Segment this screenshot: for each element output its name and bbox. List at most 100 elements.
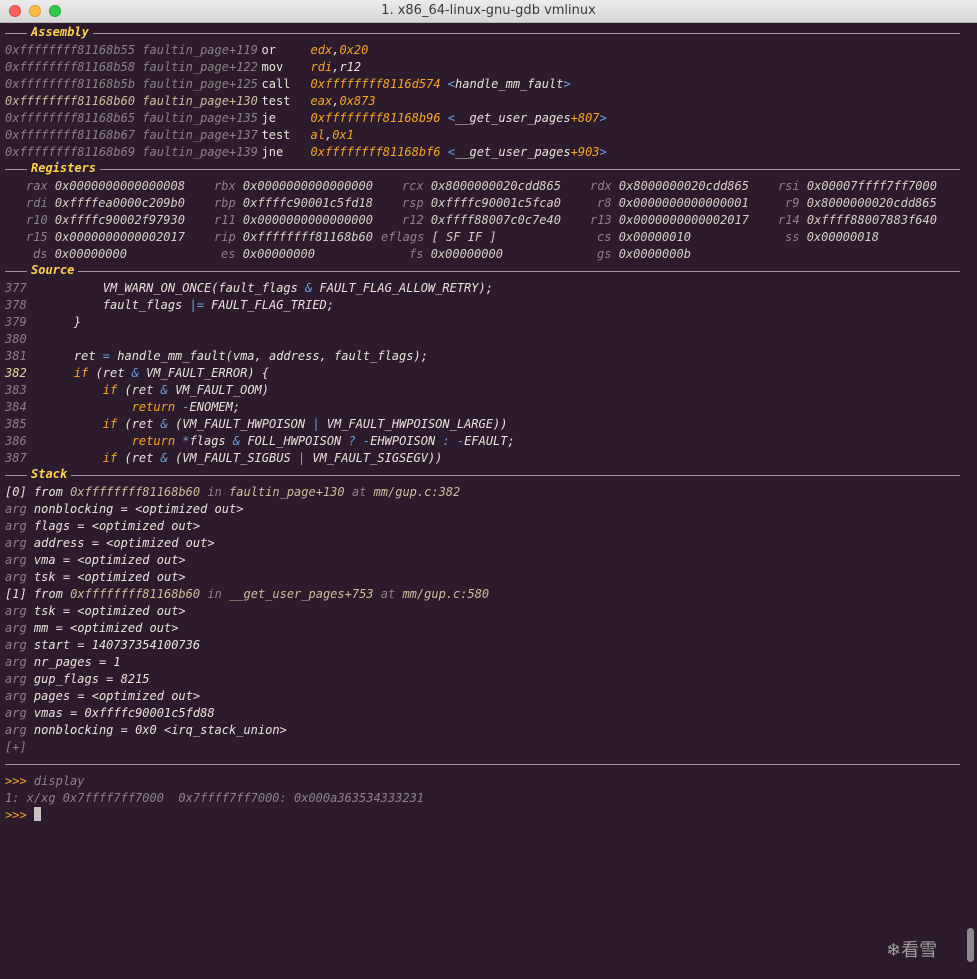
instruction-address: 0xffffffff81168b5b [5,77,136,91]
register-name: cs [597,230,612,244]
branch-target-name: __get_user_pages [455,145,571,159]
register-r11: r11 0x0000000000000000 [214,212,373,229]
register-row: rax 0x0000000000000008 rbx 0x000000000000… [5,178,960,195]
register-value: 0xffffc90002f97930 [54,213,185,227]
arg-keyword: arg [5,519,27,533]
stack-panel: [0] from 0xffffffff81168b60 in faultin_p… [5,484,960,756]
frame-location: mm/gup.c:382 [373,485,461,499]
register-rbx: rbx 0x0000000000000000 [214,178,373,195]
scrollbar-thumb[interactable] [967,928,974,962]
text-cursor [33,807,41,821]
register-value: 0x0000000000000000 [242,213,373,227]
register-value: 0x8000000020cdd865 [430,179,561,193]
branch-target: <__get_user_pages+807> [447,111,607,125]
instruction-mnemonic: or [261,43,276,57]
instruction-mnemonic: mov [261,60,284,74]
register-value: 0x0000000000000001 [618,196,749,210]
arg-keyword: arg [5,723,27,737]
operand: al [310,128,325,142]
register-value: 0xffff88007883f640 [806,213,937,227]
branch-target-name: __get_user_pages [455,111,571,125]
register-rbp: rbp 0xffffc90001c5fd18 [214,195,373,212]
terminal-content[interactable]: Assembly 0xffffffff81168b55 faultin_page… [5,25,960,824]
register-cs: cs 0x00000010 [597,229,691,246]
arg-value: vma = <optimized out> [33,553,186,567]
arg-value: nonblocking = <optimized out> [33,502,244,516]
register-name: rsi [778,179,800,193]
assembly-line: 0xffffffff81168b69 faultin_page+139 jne 0… [5,144,960,161]
registers-panel: rax 0x0000000000000008 rbx 0x000000000000… [5,178,960,263]
stack-frame[interactable]: [1] from 0xffffffff81168b60 in __get_use… [5,586,960,603]
register-value: 0xffff88007c0c7e40 [430,213,561,227]
instruction-address: 0xffffffff81168b55 [5,43,136,57]
operand: 0xffffffff81168b96 [310,111,441,125]
source-line: 381 ret = handle_mm_fault(vma, address, … [5,348,960,365]
register-value: 0x00000010 [618,230,691,244]
frame-index: [0] [5,485,27,499]
register-value: 0x00000000 [430,247,503,261]
frame-address: 0xffffffff81168b60 [70,485,201,499]
title-bar[interactable]: 1. x86_64-linux-gnu-gdb vmlinux [0,0,977,23]
register-value: 0x0000000000000008 [54,179,185,193]
console-input-line[interactable]: >>> [5,807,960,824]
register-name: rip [214,230,236,244]
arg-value: gup_flags = 8215 [33,672,150,686]
operand: edx [310,43,333,57]
operand: r12 [339,60,362,74]
frame-arg: arg nr_pages = 1 [5,654,960,671]
frame-arg: arg nonblocking = 0x0 <irq_stack_union> [5,722,960,739]
register-r12: r12 0xffff88007c0c7e40 [402,212,561,229]
instruction-address: 0xffffffff81168b67 [5,128,136,142]
instruction-mnemonic: test [261,94,291,108]
frame-arg: arg start = 140737354100736 [5,637,960,654]
register-value: 0x0000000000002017 [618,213,749,227]
arg-keyword: arg [5,502,27,516]
frame-arg: arg flags = <optimized out> [5,518,960,535]
frame-arg: arg vma = <optimized out> [5,552,960,569]
register-row: rdi 0xffffea0000c209b0 rbp 0xffffc90001c5… [5,195,960,212]
source-line: 383 if (ret & VM_FAULT_OOM) [5,382,960,399]
assembly-line: 0xffffffff81168b65 faultin_page+135 je 0x… [5,110,960,127]
frame-in: in [207,485,222,499]
register-name: r14 [778,213,800,227]
assembly-line: 0xffffffff81168b67 faultin_page+137 test… [5,127,960,144]
line-number: 379 [5,315,27,329]
stack-frame[interactable]: [0] from 0xffffffff81168b60 in faultin_p… [5,484,960,501]
line-number: 384 [5,400,27,414]
stack-header: Stack [5,467,960,484]
source-line: 387 if (ret & (VM_FAULT_SIGBUS | VM_FAUL… [5,450,960,467]
register-name: r12 [402,213,424,227]
register-value: 0x0000000000002017 [54,230,185,244]
branch-target-name: handle_mm_fault [455,77,564,91]
instruction-address: 0xffffffff81168b65 [5,111,136,125]
register-value: 0x8000000020cdd865 [618,179,749,193]
source-code: } [45,315,82,329]
source-header: Source [5,263,960,280]
expand-stack-button[interactable]: [+] [5,739,960,756]
register-name: rsp [402,196,424,210]
display-output: 1: x/xg 0x7ffff7ff7000 0x7ffff7ff7000: 0… [5,791,425,805]
arg-value: vmas = 0xffffc90001c5fd88 [33,706,215,720]
arg-keyword: arg [5,655,27,669]
source-panel: 377 VM_WARN_ON_ONCE(fault_flags & FAULT_… [5,280,960,467]
arg-keyword: arg [5,604,27,618]
arg-value: start = 140737354100736 [33,638,201,652]
register-value: 0x0000000000000000 [242,179,373,193]
register-value: 0xffffc90001c5fd18 [242,196,373,210]
terminal-window: 1. x86_64-linux-gnu-gdb vmlinux Assembly… [0,0,977,979]
register-value: 0xffffc90001c5fca0 [430,196,561,210]
register-name: rbp [214,196,236,210]
source-code: VM_WARN_ON_ONCE(fault_flags & FAULT_FLAG… [45,281,493,295]
register-gs: gs 0x0000000b [597,246,691,263]
register-name: rcx [402,179,424,193]
arg-keyword: arg [5,570,27,584]
arg-value: nonblocking = 0x0 <irq_stack_union> [33,723,287,737]
branch-target: <__get_user_pages+903> [447,145,607,159]
operand: 0xffffffff8116d574 [310,77,441,91]
arg-keyword: arg [5,638,27,652]
instruction-symbol: faultin_page+125 [142,77,258,91]
frame-arg: arg mm = <optimized out> [5,620,960,637]
register-r9: r9 0x8000000020cdd865 [785,195,937,212]
line-number: 377 [5,281,27,295]
register-name: gs [597,247,612,261]
